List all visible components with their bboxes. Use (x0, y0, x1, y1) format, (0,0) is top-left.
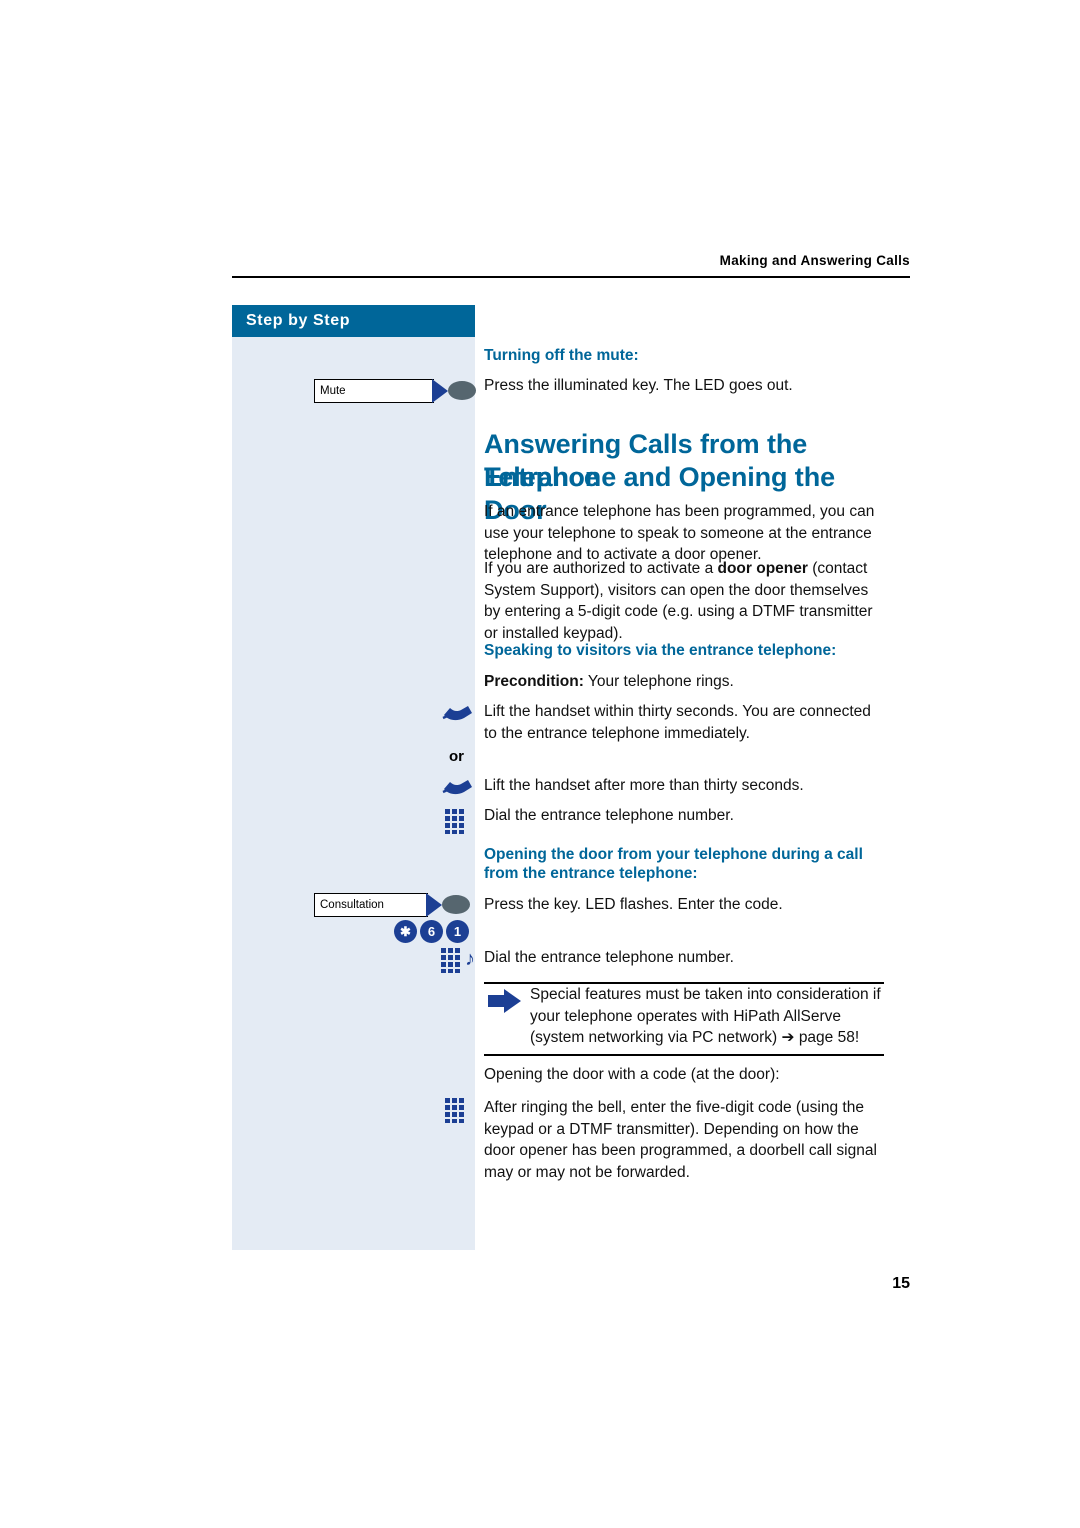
intro-paragraph-2: If you are authorized to activate a door… (484, 558, 884, 644)
mute-heading: Turning off the mute: (484, 347, 639, 364)
door-opener-bold: door opener (717, 560, 808, 577)
speaking-heading: Speaking to visitors via the entrance te… (484, 642, 837, 659)
tone-icon: ♪ (465, 948, 475, 970)
opening-with-code-line: Opening the door with a code (at the doo… (484, 1066, 780, 1083)
mute-key-arrow-icon (432, 379, 448, 403)
after-ringing-paragraph: After ringing the bell, enter the five-d… (484, 1099, 877, 1181)
handset-icon (442, 780, 472, 795)
mute-instruction: Press the illuminated key. The LED goes … (484, 377, 793, 394)
keypad-icon (441, 948, 460, 973)
precondition-value: Your telephone rings. (583, 673, 734, 690)
opening-heading-line2: from the entrance telephone: (484, 865, 698, 882)
dial-entrance-number-2: Dial the entrance telephone number. (484, 949, 734, 966)
consultation-key-led-icon (442, 895, 470, 914)
digit-1-key-icon: 1 (446, 920, 469, 943)
step-by-step-sidebar (232, 305, 475, 1250)
consultation-key-arrow-icon (426, 893, 442, 917)
digit-6-key-icon: 6 (420, 920, 443, 943)
or-separator: or (449, 748, 464, 765)
note-arrow-icon (488, 989, 521, 1013)
mute-key-led-icon (448, 381, 476, 400)
sidebar-title: Step by Step (232, 305, 475, 337)
running-header: Making and Answering Calls (719, 253, 910, 268)
precondition-label: Precondition: (484, 673, 584, 690)
page-number: 15 (892, 1275, 910, 1292)
lift-handset-after: Lift the handset after more than thirty … (484, 777, 804, 794)
handset-icon (442, 706, 472, 721)
note-text: Special features must be taken into cons… (530, 986, 881, 1046)
keypad-icon (445, 1098, 464, 1123)
precondition-line: Precondition: Your telephone rings. (484, 671, 904, 693)
keypad-icon (445, 809, 464, 834)
consultation-key-button[interactable]: Consultation (314, 893, 428, 917)
intro-p2-before: If you are authorized to activate a (484, 560, 718, 577)
star-key-icon: ✱ (394, 920, 417, 943)
mute-key-button[interactable]: Mute (314, 379, 434, 403)
note-bottom-rule (484, 1054, 884, 1056)
header-divider (232, 276, 910, 278)
manual-page: Making and Answering Calls Step by Step … (0, 0, 1080, 1528)
lift-handset-within: Lift the handset within thirty seconds. … (484, 703, 871, 742)
intro-paragraph-1: If an entrance telephone has been progra… (484, 503, 875, 563)
press-key-led-flashes: Press the key. LED flashes. Enter the co… (484, 896, 783, 913)
dial-entrance-number-1: Dial the entrance telephone number. (484, 807, 734, 824)
opening-heading-line1: Opening the door from your telephone dur… (484, 846, 863, 863)
